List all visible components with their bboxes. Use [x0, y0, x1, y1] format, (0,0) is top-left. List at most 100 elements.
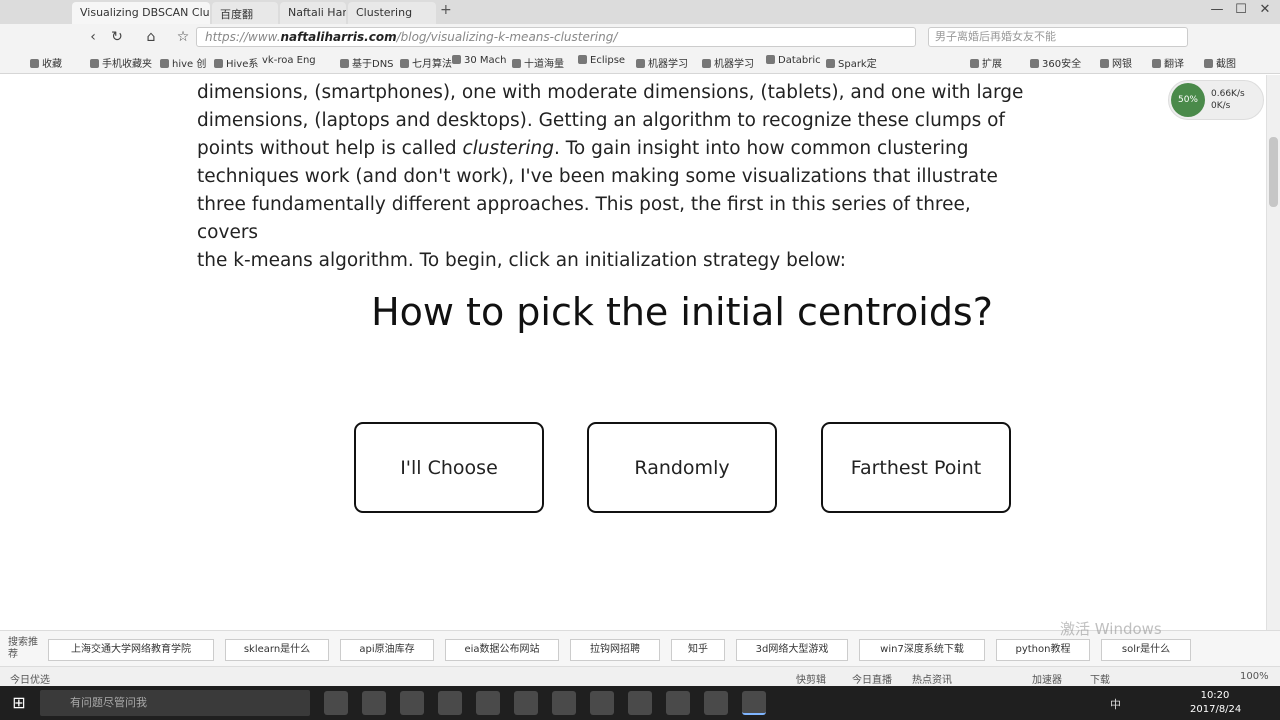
back-arrow-icon[interactable]: ‹	[84, 28, 102, 46]
status-today-picks[interactable]: 今日优选	[10, 671, 50, 686]
store-icon[interactable]	[438, 691, 462, 715]
tab-visualizing-dbscan[interactable]: Visualizing DBSCAN Clust	[72, 2, 210, 24]
bookmark-icon	[214, 59, 223, 68]
bookmark-icon	[826, 59, 835, 68]
taskbar-search-input[interactable]: 有问题尽管问我	[40, 690, 310, 716]
bookmark-item[interactable]: 360安全	[1030, 55, 1081, 70]
bookmark-item[interactable]: 手机收藏夹	[90, 55, 152, 70]
tab-clustering[interactable]: Clustering	[348, 2, 436, 24]
status-item[interactable]: 下载	[1090, 671, 1110, 686]
tab-naftali-harris[interactable]: Naftali Harris	[280, 2, 346, 24]
browser-status-bar: 今日优选 快剪辑 今日直播 热点资讯 加速器 下载 100%	[0, 666, 1280, 686]
bookmark-item[interactable]: Eclipse	[578, 55, 625, 66]
zoom-level[interactable]: 100%	[1240, 671, 1269, 682]
bookmark-item[interactable]: 扩展	[970, 55, 1002, 70]
app-icon[interactable]	[476, 691, 500, 715]
scrollbar-thumb[interactable]	[1269, 137, 1278, 207]
bookmark-icon	[702, 59, 711, 68]
clock-time: 10:20	[1200, 690, 1230, 701]
ill-choose-button[interactable]: I'll Choose	[354, 422, 544, 513]
speed-percent: 50%	[1171, 83, 1205, 117]
bookmark-icon	[340, 59, 349, 68]
bookmark-item[interactable]: hive 创	[160, 55, 206, 70]
tab-baidu-translate[interactable]: 百度翻	[212, 2, 278, 24]
url-input[interactable]: https://www.naftaliharris.com/blog/visua…	[196, 27, 916, 47]
suggestion-item[interactable]: 拉钩网招聘	[570, 639, 660, 661]
suggestion-item[interactable]: sklearn是什么	[225, 639, 329, 661]
bookmark-icon	[1152, 59, 1161, 68]
bookmark-item[interactable]: 截图	[1204, 55, 1236, 70]
edge-icon[interactable]	[400, 691, 424, 715]
browser-tab-bar: Visualizing DBSCAN Clust 百度翻 Naftali Har…	[0, 0, 1280, 24]
bookmark-item[interactable]: 十道海量	[512, 55, 564, 70]
browser-search-input[interactable]: 男子离婚后再婚女友不能	[928, 27, 1188, 47]
bookmark-icon	[1204, 59, 1213, 68]
page-scrollbar[interactable]	[1266, 75, 1280, 630]
app-icon[interactable]	[590, 691, 614, 715]
status-item[interactable]: 今日直播	[852, 671, 892, 686]
bookmark-icon	[30, 59, 39, 68]
file-explorer-icon[interactable]	[362, 691, 386, 715]
bookmark-icon	[970, 59, 979, 68]
new-tab-button[interactable]: +	[440, 2, 452, 18]
system-clock[interactable]: 10:20 2017/8/24	[1190, 689, 1242, 717]
bookmark-icon	[400, 59, 409, 68]
bookmark-item[interactable]: Databric	[766, 55, 821, 66]
paragraph-line: dimensions, (laptops and desktops). Gett…	[197, 110, 1005, 131]
bookmark-icon	[452, 55, 461, 64]
bookmark-item[interactable]: vk-roa Eng	[262, 55, 316, 66]
ime-indicator[interactable]: 中	[1110, 696, 1121, 712]
centroid-question-heading: How to pick the initial centroids?	[371, 290, 993, 334]
maximize-button[interactable]: ☐	[1230, 2, 1252, 17]
farthest-point-button[interactable]: Farthest Point	[821, 422, 1011, 513]
network-speed-widget[interactable]: 50% 0.66K/s 0K/s	[1168, 80, 1264, 120]
suggestion-item[interactable]: win7深度系统下载	[859, 639, 985, 661]
bookmark-icon	[578, 55, 587, 64]
bookmark-item[interactable]: Spark定	[826, 55, 877, 70]
bookmark-item[interactable]: 翻译	[1152, 55, 1184, 70]
bookmark-item[interactable]: 机器学习	[636, 55, 688, 70]
task-view-icon[interactable]	[324, 691, 348, 715]
windows-start-icon[interactable]: ⊞	[8, 692, 30, 714]
suggestion-item[interactable]: 上海交通大学网络教育学院	[48, 639, 214, 661]
suggestion-item[interactable]: python教程	[996, 639, 1090, 661]
bookmark-item[interactable]: 网银	[1100, 55, 1132, 70]
paragraph-line: dimensions, (smartphones), one with mode…	[197, 82, 1024, 103]
suggestion-label: 搜索推荐	[8, 637, 38, 660]
app-icon[interactable]	[514, 691, 538, 715]
bookmark-item[interactable]: 机器学习	[702, 55, 754, 70]
minimize-button[interactable]: —	[1206, 2, 1228, 17]
suggestion-item[interactable]: eia数据公布网站	[445, 639, 559, 661]
app-icon[interactable]	[552, 691, 576, 715]
close-button[interactable]: ✕	[1254, 2, 1276, 17]
app-icon[interactable]	[628, 691, 652, 715]
suggestion-item[interactable]: api原油库存	[340, 639, 434, 661]
bookmark-item[interactable]: 30 Mach	[452, 55, 507, 66]
clock-date: 2017/8/24	[1190, 704, 1242, 715]
suggestion-item[interactable]: solr是什么	[1101, 639, 1191, 661]
windows-taskbar: ⊞ 有问题尽管问我 中 10:20 2017/8/24	[0, 686, 1280, 720]
status-item[interactable]: 加速器	[1032, 671, 1062, 686]
suggestion-item[interactable]: 知乎	[671, 639, 725, 661]
bookmark-icon	[160, 59, 169, 68]
address-toolbar: ‹ ↻ ⌂ ☆ https://www.naftaliharris.com/bl…	[0, 24, 1280, 50]
url-path: /blog/visualizing-k-means-clustering/	[396, 30, 618, 44]
bookmark-icon	[1030, 59, 1039, 68]
bookmark-item[interactable]: 收藏	[30, 55, 62, 70]
status-item[interactable]: 快剪辑	[796, 671, 826, 686]
star-icon[interactable]: ☆	[174, 28, 192, 46]
activate-windows-watermark: 激活 Windows	[1060, 620, 1162, 638]
bookmark-item[interactable]: 七月算法	[400, 55, 452, 70]
home-icon[interactable]: ⌂	[142, 28, 160, 46]
status-item[interactable]: 热点资讯	[912, 671, 952, 686]
suggestion-item[interactable]: 3d网络大型游戏	[736, 639, 848, 661]
app-icon[interactable]	[666, 691, 690, 715]
browser-app-icon[interactable]	[742, 691, 766, 715]
url-prefix: https://www.	[205, 30, 281, 44]
download-speed: 0K/s	[1211, 101, 1231, 111]
app-icon[interactable]	[704, 691, 728, 715]
bookmark-item[interactable]: Hive系	[214, 55, 258, 70]
reload-icon[interactable]: ↻	[108, 28, 126, 46]
randomly-button[interactable]: Randomly	[587, 422, 777, 513]
bookmark-item[interactable]: 基于DNS	[340, 55, 394, 70]
